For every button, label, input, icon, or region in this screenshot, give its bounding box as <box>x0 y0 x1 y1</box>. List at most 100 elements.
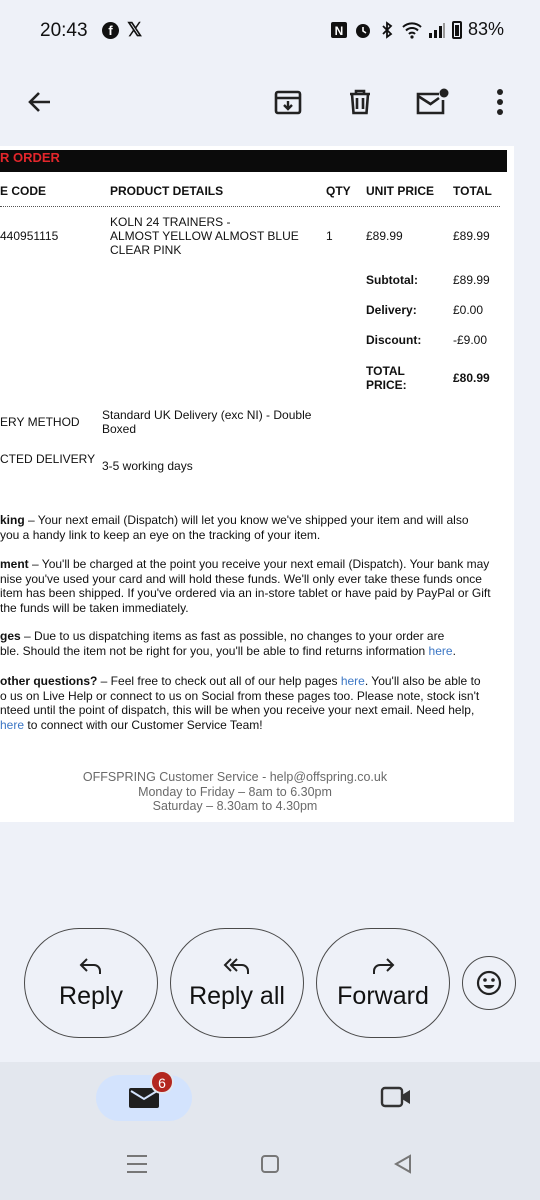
customer-service-link[interactable]: here <box>0 718 24 732</box>
signal-icon <box>428 22 445 38</box>
top-action-bar <box>0 64 540 142</box>
item-unit-price: £89.99 <box>366 229 403 243</box>
svg-text:N: N <box>335 24 344 38</box>
unread-count-badge: 6 <box>150 1070 174 1094</box>
payment-text-3: item has been shipped. If you've ordered… <box>0 586 491 600</box>
total-price-value: £80.99 <box>453 371 490 385</box>
questions-text-3: nteed until the point of dispatch, this … <box>0 703 475 717</box>
footer-line2: Monday to Friday – 8am to 6.30pm <box>138 784 332 799</box>
more-vert-icon <box>497 89 503 115</box>
payment-title: ment <box>0 557 29 571</box>
reply-all-icon <box>223 957 249 974</box>
trash-icon <box>350 89 370 115</box>
col-header-qty: QTY <box>326 184 351 198</box>
questions-text-2: o us on Live Help or connect to us on So… <box>0 688 480 703</box>
email-footer: OFFSPRING Customer Service - help@offspr… <box>0 770 470 814</box>
changes-text-1: – Due to us dispatching items as fast as… <box>20 629 445 643</box>
item-details-line2: ALMOST YELLOW ALMOST BLUE <box>110 229 299 243</box>
subtotal-label: Subtotal: <box>366 273 418 287</box>
mark-unread-button[interactable] <box>412 82 452 122</box>
meet-tab[interactable] <box>380 1084 412 1115</box>
reply-all-button[interactable]: Reply all <box>170 928 304 1038</box>
subtotal-value: £89.99 <box>453 273 490 287</box>
status-time: 20:43 <box>40 20 88 41</box>
returns-link[interactable]: here <box>429 644 453 658</box>
status-bar: 20:43 f 𝕏 N 83% <box>0 0 540 64</box>
x-icon: 𝕏 <box>127 20 143 41</box>
payment-paragraph: ment – You'll be charged at the point yo… <box>0 557 510 615</box>
archive-button[interactable] <box>268 82 308 122</box>
reply-label: Reply <box>59 981 123 1010</box>
item-code: 440951115 <box>0 229 59 243</box>
item-details-line1: KOLN 24 TRAINERS - <box>110 215 231 229</box>
battery-icon <box>451 20 462 39</box>
discount-value: -£9.00 <box>453 333 488 347</box>
col-header-unit-price: UNIT PRICE <box>366 184 435 198</box>
archive-icon <box>274 90 302 115</box>
col-header-code: E CODE <box>0 184 47 198</box>
forward-button[interactable]: Forward <box>316 928 450 1038</box>
mail-tab[interactable] <box>96 1075 192 1121</box>
tracking-paragraph: king – Your next email (Dispatch) will l… <box>0 513 510 542</box>
col-header-total: TOTAL <box>453 184 492 198</box>
email-body[interactable]: R ORDER E CODE PRODUCT DETAILS QTY UNIT … <box>0 146 514 822</box>
battery-percent: 83% <box>467 19 504 39</box>
forward-icon <box>373 957 395 974</box>
back-triangle-icon <box>393 1154 411 1174</box>
payment-text-1: – You'll be charged at the point you rec… <box>28 557 490 571</box>
order-header-bar: R ORDER <box>0 150 507 172</box>
changes-paragraph: ges – Due to us dispatching items as fas… <box>0 629 510 658</box>
delivery-label: Delivery: <box>366 303 417 317</box>
item-details-line3: CLEAR PINK <box>110 243 182 257</box>
home-icon <box>261 1155 279 1173</box>
table-divider <box>0 206 500 207</box>
recent-apps-button[interactable] <box>126 1154 148 1179</box>
wifi-icon <box>402 21 422 39</box>
home-button[interactable] <box>260 1154 280 1179</box>
emoji-reaction-button[interactable] <box>462 956 516 1010</box>
discount-label: Discount: <box>366 333 422 347</box>
reply-button[interactable]: Reply <box>24 928 158 1038</box>
help-pages-link[interactable]: here <box>341 674 365 688</box>
payment-text-2: nise you've used your card and will hold… <box>0 571 482 586</box>
changes-text-2: ble. Should the item not be right for yo… <box>0 643 429 658</box>
footer-line3: Saturday – 8.30am to 4.30pm <box>152 799 318 813</box>
delivery-method-label: ERY METHOD <box>0 415 80 429</box>
bottom-navigation: 6 <box>0 1062 540 1200</box>
emoji-icon <box>476 970 502 996</box>
col-header-details: PRODUCT DETAILS <box>110 184 224 198</box>
facebook-icon: f <box>102 22 119 39</box>
video-camera-icon <box>380 1086 410 1108</box>
order-heading: R ORDER <box>0 150 60 165</box>
system-back-button[interactable] <box>393 1154 413 1179</box>
total-price-label-1: TOTAL <box>366 364 405 378</box>
delivery-method-line2: Boxed <box>102 422 137 436</box>
questions-text-4: to connect with our Customer Service Tea… <box>24 717 263 732</box>
tracking-text-1: – Your next email (Dispatch) will let yo… <box>24 513 469 527</box>
alarm-icon <box>355 23 370 38</box>
reply-all-label: Reply all <box>189 981 285 1010</box>
payment-text-4: the funds will be taken immediately. <box>0 600 189 615</box>
reply-icon <box>79 957 101 974</box>
delivery-value: £0.00 <box>453 303 484 317</box>
status-icons: N 83% <box>330 19 504 40</box>
questions-text-1a: – Feel free to check out all of our help… <box>97 674 341 688</box>
recents-icon <box>127 1155 147 1173</box>
back-button[interactable] <box>20 82 60 122</box>
more-options-button[interactable] <box>480 82 520 122</box>
item-qty: 1 <box>326 229 333 243</box>
total-price-label-2: PRICE: <box>366 378 407 392</box>
delivery-method-line1: Standard UK Delivery (exc NI) - Double <box>102 408 312 422</box>
footer-line1: OFFSPRING Customer Service - help@offspr… <box>82 770 388 784</box>
item-total: £89.99 <box>453 229 490 243</box>
delete-button[interactable] <box>340 82 380 122</box>
forward-label: Forward <box>337 981 429 1010</box>
expected-delivery-value: 3-5 working days <box>102 459 193 473</box>
changes-end: . <box>452 643 456 658</box>
tracking-title: king <box>0 513 25 527</box>
questions-title: other questions? <box>0 674 98 688</box>
questions-text-1b: . You'll also be able to <box>364 674 481 688</box>
mark-unread-icon <box>416 88 449 115</box>
nfc-icon: N <box>330 21 347 38</box>
questions-paragraph: other questions? – Feel free to check ou… <box>0 674 510 732</box>
